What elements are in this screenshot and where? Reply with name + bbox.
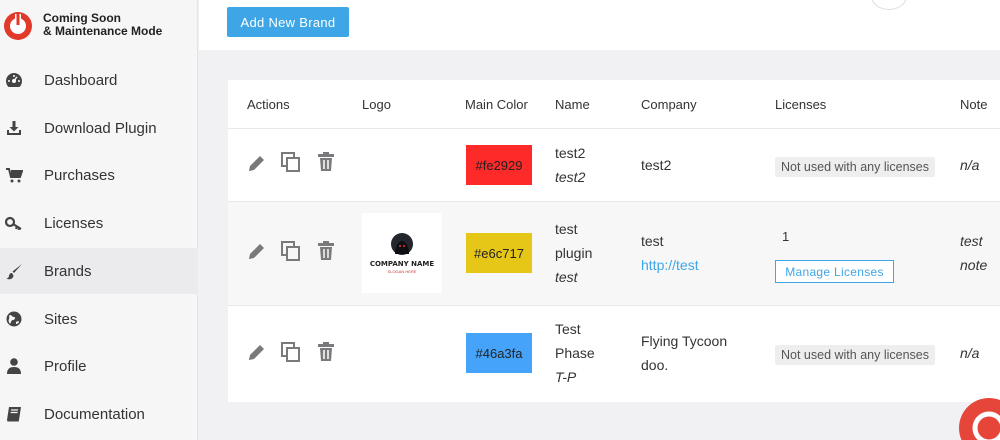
app-brand[interactable]: Coming Soon & Maintenance Mode [0, 6, 198, 44]
wrench-shield-icon [4, 12, 32, 40]
paintbrush-icon [5, 262, 23, 280]
brand-company-name: Flying Tycoon [641, 333, 728, 349]
brand-name-text: test2 [555, 145, 586, 161]
sidebar-item-label: Sites [44, 310, 78, 328]
add-new-brand-button[interactable]: Add New Brand [227, 7, 349, 37]
sidebar-item-label: Brands [44, 262, 92, 280]
sidebar-item-dashboard[interactable]: Dashboard [0, 57, 198, 103]
download-icon [5, 119, 23, 137]
sidebar-item-label: Licenses [44, 214, 104, 232]
brand-note: n/a [960, 157, 980, 173]
edit-icon[interactable] [246, 152, 268, 174]
cart-icon [5, 166, 23, 184]
license-status-badge: Not used with any licenses [775, 345, 935, 365]
color-swatch: #e6c717 [466, 233, 532, 273]
brand-note-line1: test [960, 233, 983, 249]
sidebar-item-documentation[interactable]: Documentation [0, 391, 198, 437]
brand-company-name-line2: doo. [641, 357, 669, 373]
sidebar-item-licenses[interactable]: Licenses [0, 200, 198, 246]
column-header-main-color: Main Color [465, 97, 528, 112]
sidebar-item-label: Documentation [44, 405, 145, 423]
edit-icon[interactable] [246, 341, 268, 363]
sidebar-item-label: Dashboard [44, 71, 118, 89]
brand-name-text-line2: Phase [555, 345, 595, 361]
color-swatch: #46a3fa [466, 333, 532, 373]
license-status-badge: Not used with any licenses [775, 157, 935, 177]
column-header-company: Company [641, 97, 697, 112]
brand-name: test plugin test [555, 217, 592, 289]
license-count: 1 [782, 229, 790, 244]
brand-name-text: test [555, 221, 578, 237]
top-bar: Add New Brand [199, 0, 1000, 50]
logo-tagline: SLOGAN HERE [387, 269, 417, 274]
key-icon [5, 214, 23, 232]
app-title: Coming Soon & Maintenance Mode [43, 12, 162, 38]
sidebar-item-purchases[interactable]: Purchases [0, 152, 198, 198]
user-icon [5, 357, 23, 375]
sidebar-item-label: Download Plugin [44, 119, 157, 137]
sidebar: Coming Soon & Maintenance Mode Dashboard… [0, 0, 198, 440]
brand-slug: T-P [555, 369, 577, 385]
edit-icon[interactable] [246, 240, 268, 262]
color-swatch-label: #e6c717 [474, 245, 524, 261]
brand-name-text-line2: plugin [555, 245, 593, 261]
brand-company-link[interactable]: http://test [641, 253, 699, 277]
sidebar-item-sites[interactable]: Sites [0, 296, 198, 342]
color-swatch-label: #46a3fa [475, 345, 523, 361]
manage-licenses-button[interactable]: Manage Licenses [775, 260, 894, 283]
duplicate-icon[interactable] [280, 341, 302, 363]
brand-note-line2: note [960, 257, 988, 273]
duplicate-icon[interactable] [280, 151, 302, 173]
hooded-figure-icon [391, 233, 413, 255]
app-title-line2: & Maintenance Mode [43, 24, 163, 38]
help-button[interactable] [959, 398, 1000, 440]
column-header-licenses: Licenses [775, 97, 827, 112]
book-icon [5, 405, 23, 423]
brand-name: test2 test2 [555, 141, 585, 189]
duplicate-icon[interactable] [280, 240, 302, 262]
column-header-actions: Actions [247, 97, 290, 112]
brand-note: n/a [960, 345, 980, 361]
brand-company: Flying Tycoon doo. [641, 329, 727, 377]
column-header-logo: Logo [362, 97, 391, 112]
brand-slug: test [555, 269, 578, 285]
brand-company-name: test [641, 233, 664, 249]
sidebar-item-brands[interactable]: Brands [0, 248, 198, 294]
delete-icon[interactable] [315, 151, 337, 173]
brand-slug: test2 [555, 169, 586, 185]
brand-name-text: Test [555, 321, 581, 337]
color-swatch: #fe2929 [466, 145, 532, 185]
globe-icon [5, 310, 23, 328]
lifebuoy-icon [972, 411, 1000, 440]
brand-logo: COMPANY NAME SLOGAN HERE [362, 213, 442, 293]
brand-company: test http://test [641, 229, 699, 277]
column-header-name: Name [555, 97, 590, 112]
user-avatar[interactable] [871, 0, 907, 10]
sidebar-item-profile[interactable]: Profile [0, 343, 198, 389]
logo-company-name: COMPANY NAME [369, 260, 435, 268]
brand-note: test note [960, 229, 987, 277]
delete-icon[interactable] [315, 341, 337, 363]
dashboard-icon [5, 71, 23, 89]
brand-name: Test Phase T-P [555, 317, 595, 389]
delete-icon[interactable] [315, 240, 337, 262]
table-row [228, 201, 1000, 305]
sidebar-item-label: Profile [44, 357, 87, 375]
color-swatch-label: #fe2929 [475, 157, 523, 173]
brand-company: test2 [641, 157, 672, 173]
sidebar-item-label: Purchases [44, 166, 115, 184]
sidebar-item-download-plugin[interactable]: Download Plugin [0, 105, 198, 151]
column-header-note: Note [960, 97, 988, 112]
